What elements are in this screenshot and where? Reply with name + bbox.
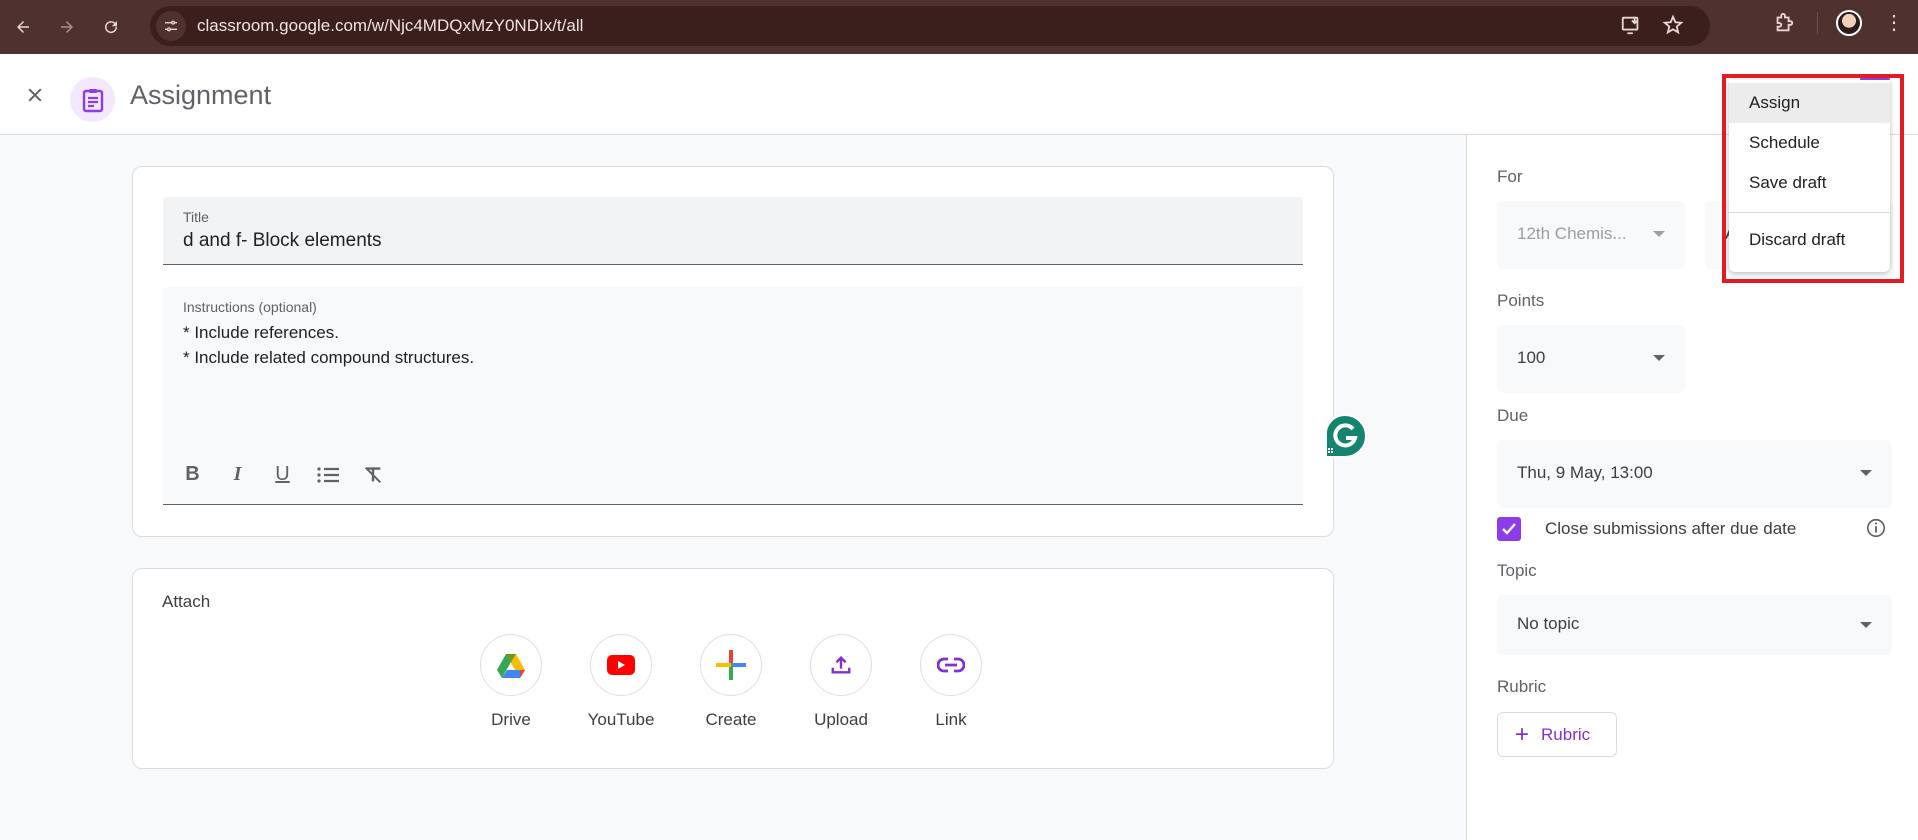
rubric-label: Rubric [1497,677,1547,696]
topic-label: Topic [1497,561,1537,580]
italic-button[interactable]: I [220,457,255,492]
attach-link-button[interactable] [920,634,982,696]
remove-formatting-button[interactable] [355,457,390,492]
instructions-input[interactable]: * Include references. * Include related … [183,320,474,370]
bookmark-star-icon[interactable] [1662,14,1684,36]
title-field[interactable]: Title d and f- Block elements [163,197,1303,265]
clipboard-icon [82,88,103,112]
bulleted-list-button[interactable] [310,457,345,492]
checkmark-icon [1502,523,1516,535]
reload-icon [105,21,118,34]
underline-button[interactable]: U [265,457,300,492]
attach-drive-button[interactable] [480,634,542,696]
attach-label: Attach [162,592,211,611]
forward-arrow-icon [61,21,73,33]
menu-item-save-draft[interactable]: Save draft [1729,163,1890,203]
italic-icon: I [233,463,242,485]
instruction-line: * Include references. [183,323,339,342]
formatting-toolbar: B I U [175,457,390,492]
attach-youtube-button[interactable] [590,634,652,696]
assign-options-menu: Assign Schedule Save draft Discard draft [1729,80,1890,272]
instruction-line: * Include related compound structures. [183,348,475,367]
back-arrow-icon [17,21,29,33]
points-value: 100 [1517,348,1546,367]
add-rubric-label: Rubric [1541,724,1591,744]
attach-upload-button[interactable] [810,634,872,696]
class-select-value: 12th Chemis... [1517,224,1627,243]
google-drive-icon [497,653,525,678]
site-info-button[interactable] [156,11,186,41]
attach-card: Attach Drive YouTube Create Upload Link [132,568,1334,769]
attach-link[interactable]: Link [920,634,982,730]
attach-drive[interactable]: Drive [480,634,542,730]
bulleted-list-icon [316,466,339,483]
topic-select[interactable]: No topic [1497,595,1892,655]
attach-link-label: Link [935,710,967,729]
link-icon [937,657,965,673]
upload-icon [831,655,851,674]
close-button[interactable] [20,80,50,110]
attach-upload-label: Upload [814,710,868,729]
address-bar[interactable]: classroom.google.com/w/Njc4MDQxMzY0NDIx/… [150,6,1710,46]
chevron-down-icon [1860,470,1872,476]
extensions-icon[interactable] [1773,11,1795,35]
remove-formatting-icon [364,466,381,483]
chevron-down-icon [1860,622,1872,628]
close-submissions-checkbox[interactable] [1497,517,1521,541]
back-button[interactable] [8,12,38,42]
due-date-value: Thu, 9 May, 13:00 [1517,463,1653,482]
profile-avatar[interactable] [1836,10,1862,36]
create-plus-icon [716,650,746,680]
points-label: Points [1497,291,1545,310]
assignment-details-card: Title d and f- Block elements Instructio… [132,166,1334,537]
add-rubric-button[interactable]: + Rubric [1497,712,1617,757]
attach-upload[interactable]: Upload [810,634,872,730]
chevron-down-icon [1653,355,1665,361]
attach-options: Drive YouTube Create Upload Link [480,634,982,730]
forward-button[interactable] [52,12,82,42]
close-submissions-label: Close submissions after due date [1545,519,1797,538]
topic-value: No topic [1517,614,1580,633]
plus-icon: + [1515,720,1530,748]
page-title: Assignment [130,80,272,110]
info-icon[interactable] [1865,517,1887,539]
install-app-icon[interactable] [1620,14,1642,36]
menu-item-schedule[interactable]: Schedule [1729,123,1890,163]
attach-drive-label: Drive [491,710,531,729]
instructions-field[interactable]: Instructions (optional) * Include refere… [163,287,1303,505]
reload-button[interactable] [96,12,126,42]
attach-create[interactable]: Create [700,634,762,730]
more-menu-icon[interactable]: ⋮ [1884,13,1904,33]
close-icon [28,88,42,102]
due-label: Due [1497,406,1529,425]
close-submissions-row: Close submissions after due date [1497,517,1887,541]
attach-create-button[interactable] [700,634,762,696]
menu-divider [1729,212,1890,213]
url-text[interactable]: classroom.google.com/w/Njc4MDQxMzY0NDIx/… [197,16,583,36]
chevron-down-icon [1653,231,1665,237]
title-label: Title [183,209,209,225]
attach-youtube[interactable]: YouTube [587,634,655,730]
youtube-icon [607,655,635,675]
site-info-icon [165,20,177,32]
bold-icon: B [185,463,200,485]
assignment-badge [70,77,115,122]
due-date-select[interactable]: Thu, 9 May, 13:00 [1497,440,1892,508]
menu-item-assign[interactable]: Assign [1729,83,1890,123]
instructions-label: Instructions (optional) [183,299,317,315]
menu-item-discard-draft[interactable]: Discard draft [1729,220,1890,260]
title-input[interactable]: d and f- Block elements [183,230,382,252]
bold-button[interactable]: B [175,457,210,492]
toolbar-divider [1817,12,1818,34]
points-select[interactable]: 100 [1497,325,1685,393]
browser-toolbar: classroom.google.com/w/Njc4MDQxMzY0NDIx/… [0,0,1918,54]
for-label: For [1497,167,1523,186]
grammarly-icon[interactable] [1322,413,1368,459]
app-header: Assignment [0,54,1918,135]
attach-youtube-label: YouTube [587,710,655,729]
attach-create-label: Create [705,710,757,729]
class-select[interactable]: 12th Chemis... [1497,201,1685,269]
underline-icon: U [275,463,290,485]
